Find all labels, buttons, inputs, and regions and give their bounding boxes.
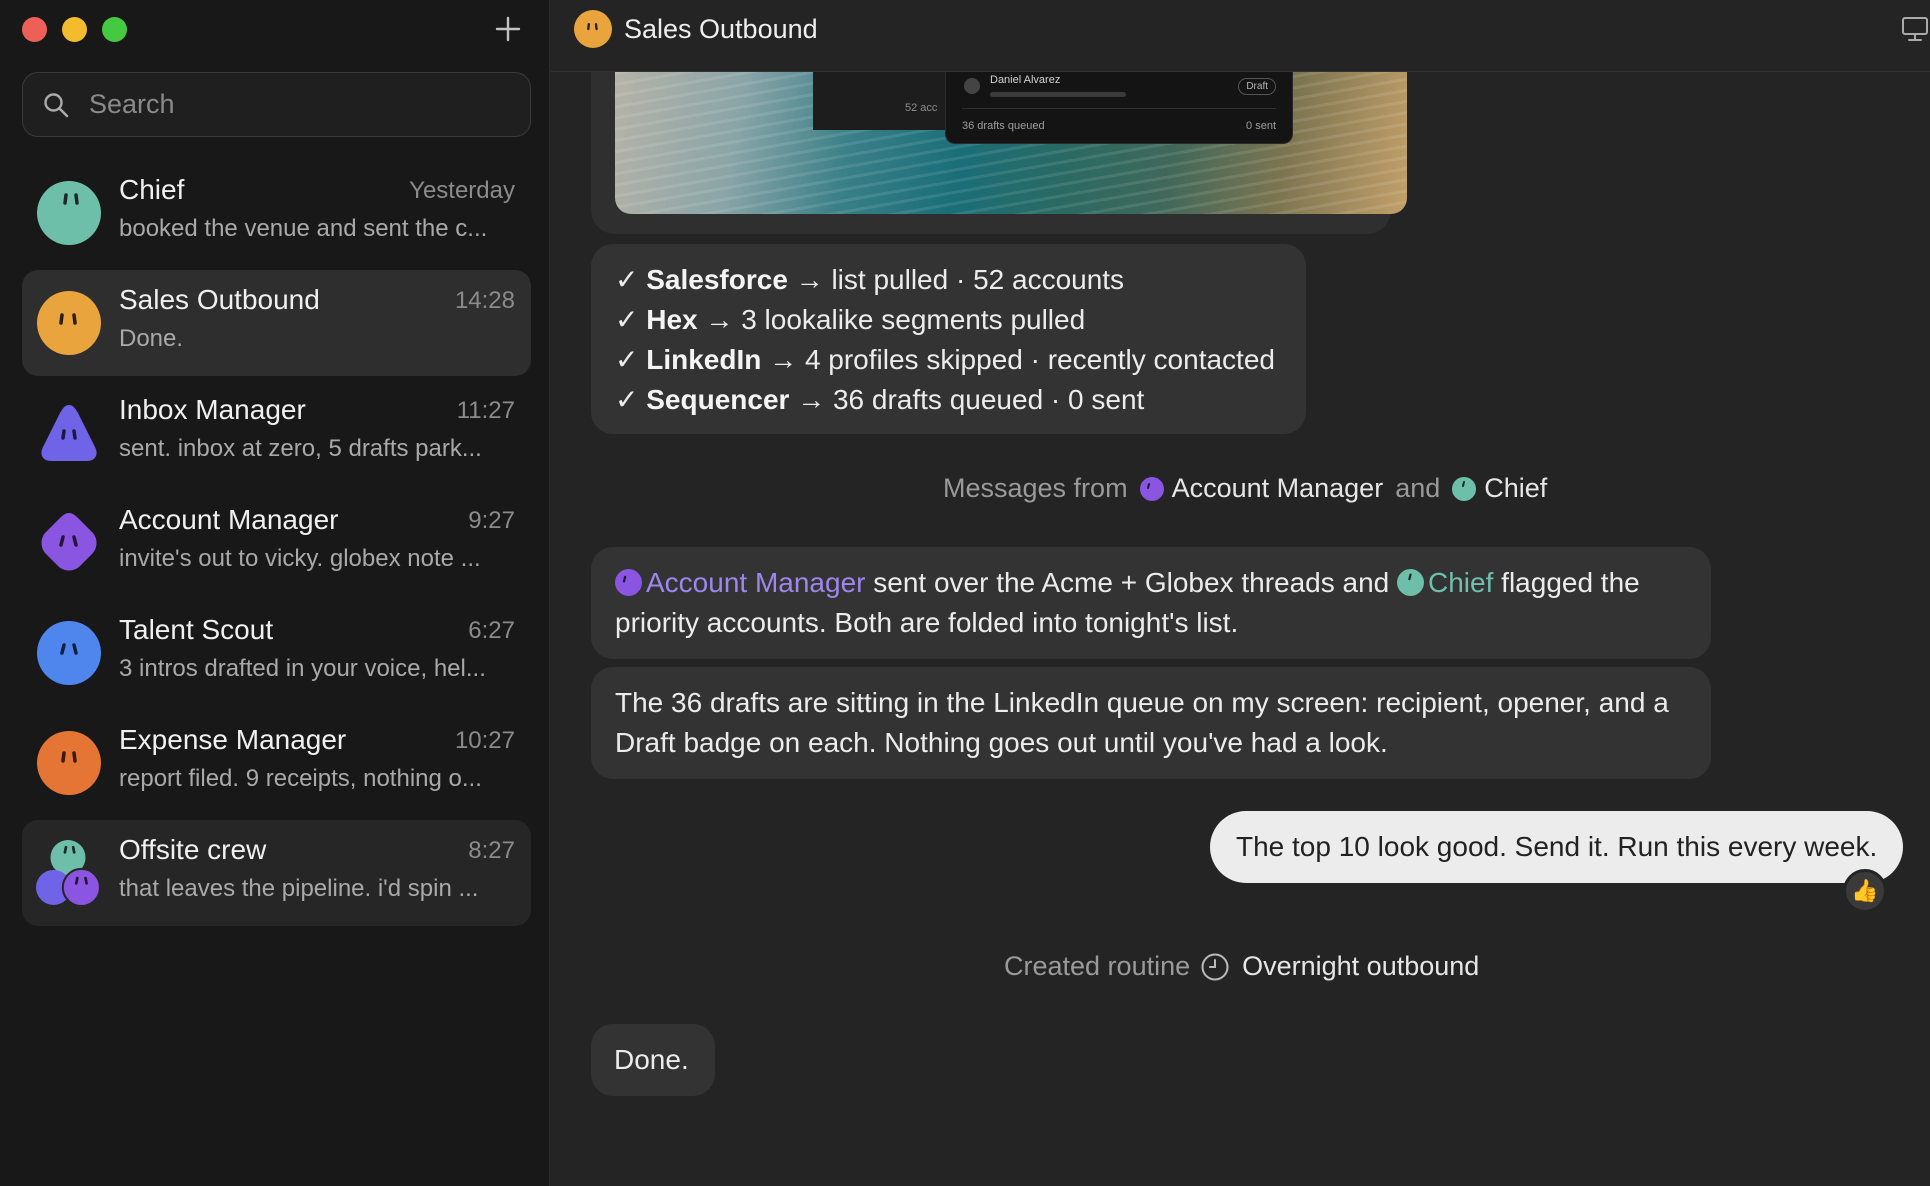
- talent-scout-avatar-icon: [37, 621, 101, 685]
- zoom-window-button[interactable]: [102, 17, 127, 42]
- conversation-name: Inbox Manager: [119, 394, 306, 425]
- checklist-message: ✓ Salesforce → list pulled · 52 accounts…: [591, 244, 1306, 434]
- screenshot-draft-card: Daniel Alvarez Draft 36 drafts queued 0 …: [945, 72, 1293, 144]
- conversation-preview: booked the venue and sent the c...: [119, 215, 488, 242]
- conversation-item-chief[interactable]: Chief Yesterday booked the venue and sen…: [22, 160, 531, 266]
- screenshot-queued-text: 36 drafts queued: [962, 120, 1045, 132]
- conversation-preview: 3 intros drafted in your voice, hel...: [119, 655, 486, 682]
- screenshot-recipient-name: Daniel Alvarez: [990, 74, 1061, 86]
- checklist-row-salesforce: ✓ Salesforce → list pulled · 52 accounts: [615, 264, 1125, 295]
- search-input[interactable]: [89, 89, 489, 120]
- agent-message-handoff: Account Manager sent over the Acme + Glo…: [591, 547, 1711, 659]
- search-box[interactable]: [22, 72, 531, 137]
- draft-badge: Draft: [1238, 78, 1276, 95]
- inbox-manager-avatar-icon: [41, 405, 97, 461]
- sidebar: Chief Yesterday booked the venue and sen…: [0, 0, 550, 1186]
- avatar: [964, 78, 980, 94]
- thumbs-up-reaction-icon[interactable]: 👍: [1843, 869, 1887, 913]
- sales-outbound-avatar-icon: [37, 291, 101, 355]
- conversation-item-sales-outbound[interactable]: Sales Outbound 14:28 Done.: [22, 270, 531, 376]
- expense-manager-avatar-icon: [37, 731, 101, 795]
- conversation-preview: sent. inbox at zero, 5 drafts park...: [119, 435, 482, 462]
- checklist-row-hex: ✓ Hex → 3 lookalike segments pulled: [615, 304, 1086, 335]
- conversation-time: 11:27: [456, 397, 515, 424]
- checklist-row-sequencer: ✓ Sequencer → 36 drafts queued · 0 sent: [615, 384, 1145, 415]
- minimize-window-button[interactable]: [62, 17, 87, 42]
- conversation-time: 14:28: [454, 287, 515, 314]
- chief-avatar-icon: [37, 181, 101, 245]
- sales-outbound-avatar-icon: [574, 10, 612, 48]
- conversation-list: Chief Yesterday booked the venue and sen…: [22, 160, 531, 930]
- checklist-row-linkedin: ✓ LinkedIn → 4 profiles skipped · recent…: [615, 344, 1275, 375]
- window-controls: [22, 17, 127, 42]
- conversation-item-offsite-crew[interactable]: Offsite crew 8:27 that leaves the pipeli…: [22, 820, 531, 926]
- search-icon: [44, 92, 69, 117]
- agent-mention-chief[interactable]: Chief: [1428, 567, 1493, 598]
- close-window-button[interactable]: [22, 17, 47, 42]
- monitor-icon[interactable]: [1900, 14, 1930, 44]
- conversation-time: 10:27: [454, 727, 515, 754]
- screenshot-image: 52 acc Daniel Alvarez Draft 36 drafts qu…: [615, 72, 1407, 214]
- routine-name-link[interactable]: Overnight outbound: [1242, 951, 1479, 982]
- conversation-time: 6:27: [468, 617, 515, 644]
- conversation-time: Yesterday: [409, 177, 515, 204]
- group-avatar-icon: [36, 840, 101, 906]
- conversation-name: Talent Scout: [119, 614, 274, 645]
- account-manager-avatar-icon: [41, 513, 97, 571]
- screenshot-back-window: 52 acc: [813, 72, 953, 130]
- chief-mini-icon: [1452, 476, 1477, 501]
- chat-panel: Sales Outbound 52 acc Daniel Alvarez Dra…: [551, 0, 1930, 1186]
- conversation-preview: that leaves the pipeline. i'd spin ...: [119, 875, 479, 902]
- conversation-item-talent-scout[interactable]: Talent Scout 6:27 3 intros drafted in yo…: [22, 600, 531, 706]
- conversation-time: 9:27: [468, 507, 515, 534]
- user-message: The top 10 look good. Send it. Run this …: [1210, 811, 1903, 883]
- conversation-name: Offsite crew: [119, 834, 267, 865]
- chat-header: Sales Outbound: [551, 0, 1930, 72]
- account-manager-mini-icon: [615, 569, 642, 596]
- plus-icon: [495, 16, 521, 42]
- account-manager-mini-icon: [1139, 476, 1164, 501]
- screenshot-accounts-text: 52 acc: [905, 102, 938, 114]
- agent-mention-account-manager[interactable]: Account Manager: [646, 567, 865, 598]
- messages-from-line: Messages from Account Manager and Chief: [943, 473, 1548, 503]
- created-routine-line: Created routine Overnight outbound: [1004, 951, 1480, 982]
- chat-title: Sales Outbound: [624, 14, 818, 44]
- conversation-name: Expense Manager: [119, 724, 347, 755]
- clock-icon: [1201, 953, 1229, 980]
- screenshot-sent-text: 0 sent: [1246, 120, 1276, 132]
- conversation-item-inbox-manager[interactable]: Inbox Manager 11:27 sent. inbox at zero,…: [22, 380, 531, 486]
- new-chat-button[interactable]: [490, 11, 526, 47]
- conversation-name: Sales Outbound: [119, 284, 320, 315]
- conversation-item-account-manager[interactable]: Account Manager 9:27 invite's out to vic…: [22, 490, 531, 596]
- conversation-preview: Done.: [119, 325, 184, 352]
- conversation-item-expense-manager[interactable]: Expense Manager 10:27 report filed. 9 re…: [22, 710, 531, 816]
- agent-message-done: Done.: [591, 1024, 715, 1096]
- conversation-name: Account Manager: [119, 504, 339, 535]
- conversation-preview: report filed. 9 receipts, nothing o...: [119, 765, 482, 792]
- conversation-name: Chief: [119, 174, 185, 205]
- agent-message-drafts: The 36 drafts are sitting in the LinkedI…: [591, 667, 1711, 779]
- conversation-preview: invite's out to vicky. globex note ...: [119, 545, 481, 572]
- conversation-time: 8:27: [468, 837, 515, 864]
- chief-mini-icon: [1397, 569, 1425, 596]
